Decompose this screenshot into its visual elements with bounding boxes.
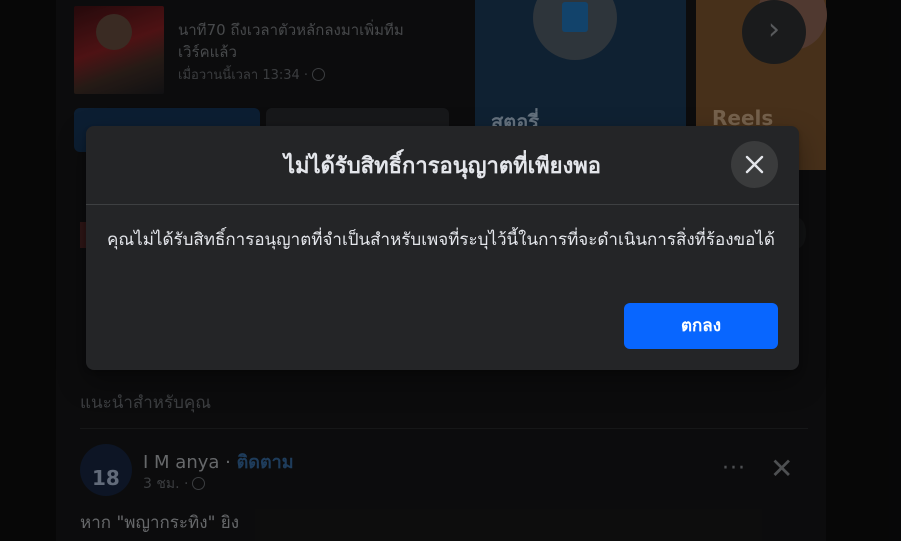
dialog-divider <box>86 204 799 205</box>
close-icon <box>745 155 764 174</box>
dialog-message: คุณไม่ได้รับสิทธิ์การอนุญาตที่จำเป็นสำหร… <box>107 230 775 250</box>
insufficient-permission-dialog: ไม่ได้รับสิทธิ์การอนุญาตที่เพียงพอ คุณไม… <box>86 126 799 370</box>
ok-button[interactable]: ตกลง <box>624 303 778 349</box>
close-button[interactable] <box>731 141 778 188</box>
dialog-title: ไม่ได้รับสิทธิ์การอนุญาตที่เพียงพอ <box>283 154 602 179</box>
